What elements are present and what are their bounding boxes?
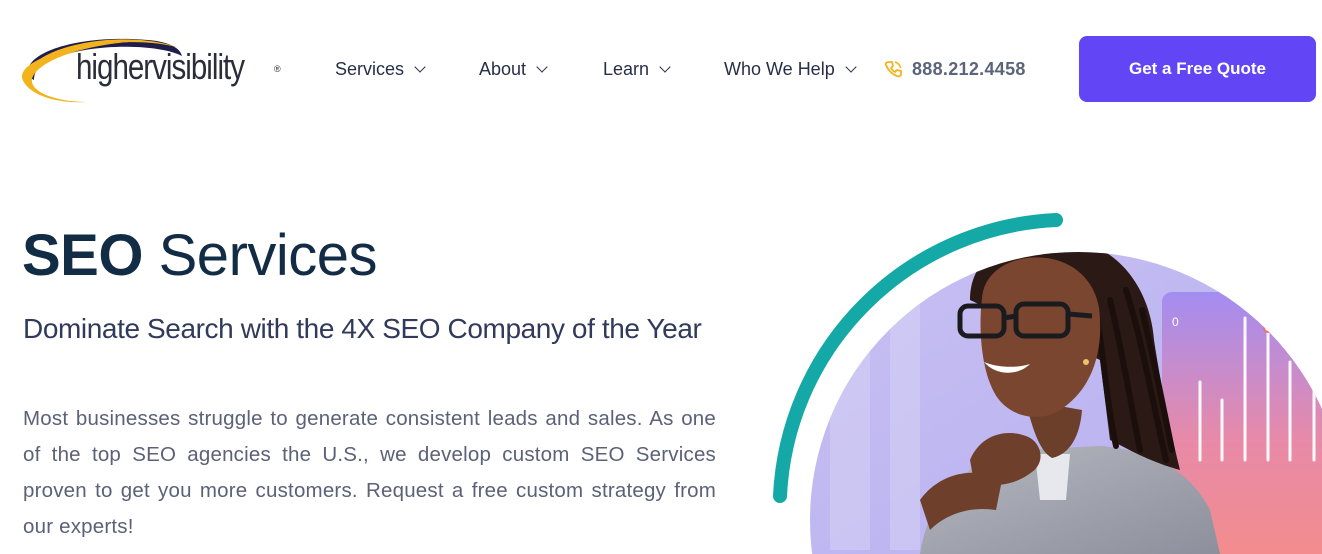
nav-label: About (479, 58, 527, 79)
hero-illustration: 578 0 (770, 210, 1322, 554)
brand-logo[interactable]: highervisibility ® (20, 28, 281, 108)
hero-description: Most businesses struggle to generate con… (23, 407, 716, 538)
chart-value-badge (1282, 316, 1322, 342)
nav-item-who-we-help[interactable]: Who We Help (724, 56, 857, 82)
nav-item-about[interactable]: About (479, 56, 548, 82)
chart-badge-text: 578 (1294, 322, 1318, 338)
nav-label: Who We Help (724, 58, 835, 79)
chevron-down-icon (659, 61, 671, 73)
nav-label: Learn (603, 58, 650, 79)
nav-item-services[interactable]: Services (335, 56, 426, 82)
chevron-down-icon (536, 61, 548, 73)
page-title: SEO Services (22, 222, 378, 289)
hero-subtitle: Dominate Search with the 4X SEO Company … (23, 313, 702, 344)
title-bold-part: SEO (22, 223, 144, 288)
logo-wordmark: highervisibility (76, 46, 245, 87)
chart-axis-label: 0 (1172, 315, 1179, 329)
get-free-quote-button[interactable]: Get a Free Quote (1079, 36, 1316, 102)
chevron-down-icon (845, 61, 857, 73)
nav-item-learn[interactable]: Learn (603, 56, 671, 82)
title-light-part: Services (158, 223, 378, 288)
nav-label: Services (335, 58, 405, 79)
phone-number: 888.212.4458 (912, 58, 1026, 79)
phone-link[interactable]: 888.212.4458 (884, 56, 1026, 82)
phone-icon (884, 61, 902, 78)
hero-image: 578 0 (773, 213, 1322, 554)
chevron-down-icon (414, 61, 426, 73)
logo-registered-mark: ® (274, 64, 281, 74)
site-header: highervisibility ® Services About Learn … (0, 0, 1322, 140)
